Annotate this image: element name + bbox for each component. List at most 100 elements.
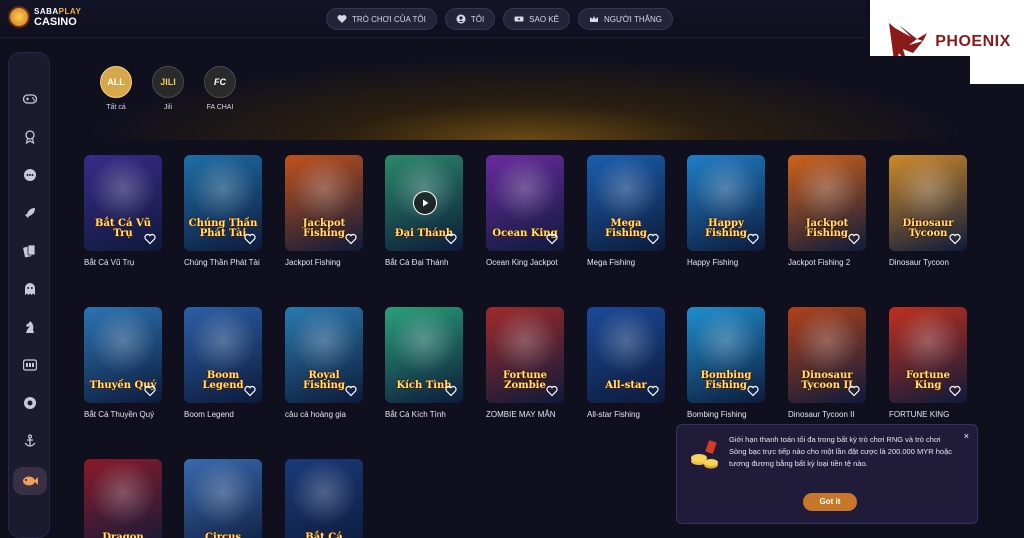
favorite-heart-icon[interactable] — [949, 385, 961, 397]
game-card[interactable]: Ocean King Ocean King Jackpot — [486, 155, 566, 268]
game-card[interactable]: Royal Fishing câu cá hoàng gia — [285, 307, 365, 420]
game-card[interactable]: Fortune King FORTUNE KING — [889, 307, 969, 420]
favorite-heart-icon[interactable] — [144, 385, 156, 397]
game-thumbnail[interactable]: Thuyền Quý — [84, 307, 162, 403]
game-card[interactable]: Đại Thánh Bắt Cá Đại Thánh — [385, 155, 465, 268]
game-name[interactable]: Mega Fishing — [587, 257, 667, 268]
game-card[interactable]: Bắt Cá Vũ Trụ Bắt Cá Vũ Trụ — [84, 155, 164, 268]
game-thumbnail[interactable]: Royal Fishing — [285, 307, 363, 403]
game-thumbnail[interactable]: Kích Tình — [385, 307, 463, 403]
game-name[interactable]: ZOMBIE MAY MẮN — [486, 409, 566, 420]
favorite-heart-icon[interactable] — [244, 385, 256, 397]
game-name[interactable]: Bắt Cá Thuyền Quý — [84, 409, 164, 420]
sidebar-item-mini[interactable] — [20, 279, 40, 299]
nav-me[interactable]: TÔI — [444, 8, 496, 30]
game-name[interactable]: Jackpot Fishing 2 — [788, 257, 868, 268]
sidebar-item-featured[interactable] — [20, 127, 40, 147]
favorite-heart-icon[interactable] — [445, 385, 457, 397]
game-thumbnail[interactable]: All-star — [587, 307, 665, 403]
favorite-heart-icon[interactable] — [848, 385, 860, 397]
favorite-heart-icon[interactable] — [647, 233, 659, 245]
got-it-button[interactable]: Got it — [803, 493, 857, 511]
sidebar-item-lottery[interactable] — [20, 393, 40, 413]
game-card[interactable]: Bombing Fishing Bombing Fishing — [687, 307, 767, 420]
nav-winners[interactable]: NGƯỜI THẮNG — [577, 8, 673, 30]
game-card[interactable]: Jackpot Fishing Jackpot Fishing 2 — [788, 155, 868, 268]
game-name[interactable]: Happy Fishing — [687, 257, 767, 268]
game-thumbnail[interactable]: Boom Legend — [184, 307, 262, 403]
game-name[interactable]: FORTUNE KING — [889, 409, 969, 420]
favorite-heart-icon[interactable] — [345, 233, 357, 245]
game-card[interactable]: Dinosaur Tycoon Dinosaur Tycoon — [889, 155, 969, 268]
filter-all[interactable]: ALL Tất cả — [96, 66, 136, 111]
favorite-heart-icon[interactable] — [747, 233, 759, 245]
game-card[interactable]: Circus — [184, 459, 264, 538]
nav-statement[interactable]: SAO KÊ — [503, 8, 570, 30]
favorite-heart-icon[interactable] — [647, 385, 659, 397]
game-name[interactable]: Dinosaur Tycoon — [889, 257, 969, 268]
play-button[interactable] — [413, 191, 437, 215]
close-icon[interactable]: × — [964, 431, 969, 441]
game-card[interactable]: Thuyền Quý Bắt Cá Thuyền Quý — [84, 307, 164, 420]
game-card[interactable]: All-star All-star Fishing — [587, 307, 667, 420]
sidebar-item-slots[interactable] — [20, 355, 40, 375]
sidebar-item-table[interactable] — [20, 317, 40, 337]
game-thumbnail[interactable]: Fortune Zombie — [486, 307, 564, 403]
game-card[interactable]: Happy Fishing Happy Fishing — [687, 155, 767, 268]
game-name[interactable]: All-star Fishing — [587, 409, 667, 420]
game-card[interactable]: Chúng Thần Phát Tài Chúng Thần Phát Tài — [184, 155, 264, 268]
game-name[interactable]: Boom Legend — [184, 409, 264, 420]
sidebar-item-sports[interactable] — [20, 431, 40, 451]
nav-my-games[interactable]: TRÒ CHƠI CỦA TÔI — [326, 8, 437, 30]
game-thumbnail[interactable]: Jackpot Fishing — [788, 155, 866, 251]
game-thumbnail[interactable]: Bombing Fishing — [687, 307, 765, 403]
sidebar-item-crash[interactable] — [20, 203, 40, 223]
game-thumbnail[interactable]: Bắt Cá Vũ Trụ — [84, 155, 162, 251]
game-card[interactable]: Jackpot Fishing Jackpot Fishing — [285, 155, 365, 268]
favorite-heart-icon[interactable] — [445, 233, 457, 245]
game-name[interactable]: Bắt Cá Đại Thánh — [385, 257, 465, 268]
favorite-heart-icon[interactable] — [546, 233, 558, 245]
game-thumbnail[interactable]: Jackpot Fishing — [285, 155, 363, 251]
favorite-heart-icon[interactable] — [848, 233, 860, 245]
game-name[interactable]: Ocean King Jackpot — [486, 257, 566, 268]
site-logo[interactable]: SABAPLAY CASINO — [8, 6, 81, 28]
game-thumbnail[interactable]: Dinosaur Tycoon II — [788, 307, 866, 403]
game-thumbnail[interactable]: Đại Thánh — [385, 155, 463, 251]
game-name[interactable]: Bắt Cá Vũ Trụ — [84, 257, 164, 268]
favorite-heart-icon[interactable] — [546, 385, 558, 397]
game-name[interactable]: Dinosaur Tycoon II — [788, 409, 868, 420]
game-card[interactable]: Fortune Zombie ZOMBIE MAY MẮN — [486, 307, 566, 420]
game-name[interactable]: Jackpot Fishing — [285, 257, 365, 268]
game-thumbnail[interactable]: Mega Fishing — [587, 155, 665, 251]
sidebar-item-cards[interactable] — [20, 241, 40, 261]
game-name[interactable]: Bombing Fishing — [687, 409, 767, 420]
game-thumbnail[interactable]: Circus — [184, 459, 262, 538]
favorite-heart-icon[interactable] — [244, 233, 256, 245]
favorite-heart-icon[interactable] — [144, 233, 156, 245]
favorite-heart-icon[interactable] — [747, 385, 759, 397]
game-thumbnail[interactable]: Chúng Thần Phát Tài — [184, 155, 262, 251]
game-name[interactable]: câu cá hoàng gia — [285, 409, 365, 420]
game-thumbnail[interactable]: Ocean King — [486, 155, 564, 251]
game-card[interactable]: Dragon — [84, 459, 164, 538]
sidebar-item-live[interactable] — [20, 165, 40, 185]
game-card[interactable]: Bắt Cá — [285, 459, 365, 538]
game-name[interactable]: Bắt Cá Kích Tình — [385, 409, 465, 420]
filter-jili[interactable]: JILI Jili — [148, 66, 188, 111]
sidebar-item-fishing[interactable] — [13, 467, 47, 495]
game-thumbnail[interactable]: Fortune King — [889, 307, 967, 403]
game-thumbnail[interactable]: Dragon — [84, 459, 162, 538]
game-card[interactable]: Boom Legend Boom Legend — [184, 307, 264, 420]
game-thumbnail[interactable]: Bắt Cá — [285, 459, 363, 538]
game-card[interactable]: Kích Tình Bắt Cá Kích Tình — [385, 307, 465, 420]
game-thumbnail[interactable]: Dinosaur Tycoon — [889, 155, 967, 251]
sidebar-item-all-games[interactable] — [20, 89, 40, 109]
game-card[interactable]: Dinosaur Tycoon II Dinosaur Tycoon II — [788, 307, 868, 420]
game-card[interactable]: Mega Fishing Mega Fishing — [587, 155, 667, 268]
filter-fa-chai[interactable]: FC FA CHAI — [200, 66, 240, 111]
favorite-heart-icon[interactable] — [949, 233, 961, 245]
game-thumbnail[interactable]: Happy Fishing — [687, 155, 765, 251]
game-name[interactable]: Chúng Thần Phát Tài — [184, 257, 264, 268]
favorite-heart-icon[interactable] — [345, 385, 357, 397]
